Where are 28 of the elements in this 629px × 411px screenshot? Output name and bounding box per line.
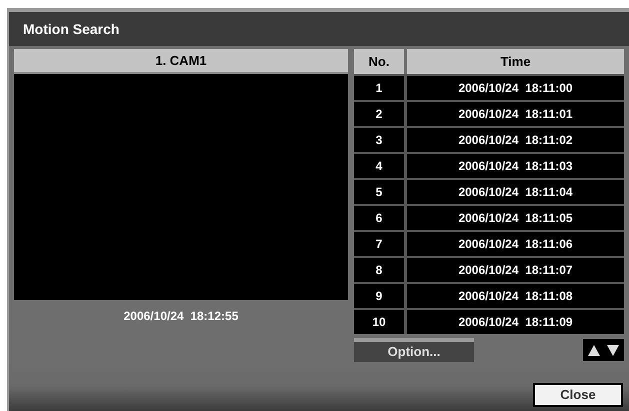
table-cell: 4: [354, 154, 404, 178]
table-cell: 2006/10/24 18:11:09: [407, 310, 624, 334]
column-header: Time: [407, 49, 624, 74]
table-cell: 2006/10/24 18:11:03: [407, 154, 624, 178]
table-cell: 10: [354, 310, 404, 334]
table-cell: 2006/10/24 18:11:01: [407, 102, 624, 126]
table-cell: 9: [354, 284, 404, 308]
table-cell: 2006/10/24 18:11:00: [407, 76, 624, 100]
window-title: Motion Search: [23, 20, 120, 38]
table-cell: 2: [354, 102, 404, 126]
table-cell: 6: [354, 206, 404, 230]
scroll-down-icon[interactable]: [605, 342, 621, 358]
table-cell: 1: [354, 76, 404, 100]
close-button[interactable]: Close: [533, 383, 623, 407]
column-header: No.: [354, 49, 404, 74]
camera-title: 1. CAM1: [14, 49, 348, 74]
table-cell: 8: [354, 258, 404, 282]
table-cell: 7: [354, 232, 404, 256]
table-cell: 2006/10/24 18:11:08: [407, 284, 624, 308]
timestamp: 2006/10/24 18:12:55: [122, 308, 240, 325]
table-cell: 3: [354, 128, 404, 152]
table-cell: 2006/10/24 18:11:07: [407, 258, 624, 282]
table-cell: 2006/10/24 18:11:02: [407, 128, 624, 152]
table-cell: 5: [354, 180, 404, 204]
table-cell: 2006/10/24 18:11:04: [407, 180, 624, 204]
table-cell: 2006/10/24 18:11:06: [407, 232, 624, 256]
option-button[interactable]: Option...: [354, 338, 474, 362]
table-cell: 2006/10/24 18:11:05: [407, 206, 624, 230]
